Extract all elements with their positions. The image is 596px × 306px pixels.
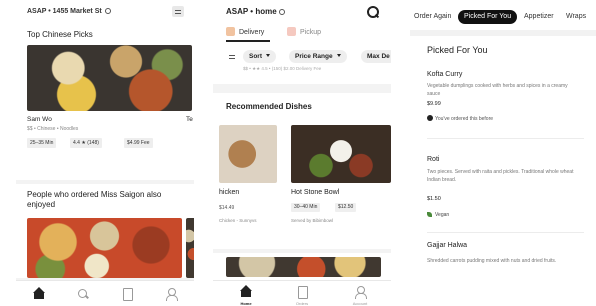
section-title-top-picks: Top Chinese Picks	[27, 30, 93, 39]
restaurant-subtitle: $$ • Chinese • Noodles	[27, 126, 79, 132]
screen-recommended-dishes: ASAP • home Delivery Pickup Sort Price R…	[213, 0, 391, 306]
pickup-toggle[interactable]: Pickup	[287, 27, 321, 36]
orders-icon[interactable]	[120, 287, 134, 301]
filter-icon[interactable]	[172, 6, 184, 17]
tab-picked-for-you[interactable]: Picked For You	[458, 10, 518, 24]
orders-icon[interactable]	[295, 285, 309, 299]
delivery-icon	[226, 27, 235, 36]
menu-item-desc: Shredded carrots pudding mixed with nuts…	[427, 258, 557, 264]
account-icon[interactable]	[353, 285, 367, 299]
chevron-down-icon	[278, 9, 285, 15]
bottom-tab-bar	[16, 280, 194, 306]
section-title-picked: Picked For You	[427, 45, 488, 55]
reorder-icon	[427, 115, 433, 121]
restaurant-photo-partial[interactable]	[186, 218, 194, 278]
sort-label: Sort	[249, 53, 262, 60]
dish-price: $14.49	[219, 205, 235, 211]
next-restaurant-name[interactable]: Te	[186, 116, 193, 123]
tab-wraps[interactable]: Wraps	[566, 10, 586, 24]
menu-item-name[interactable]: Kofta Curry	[427, 71, 462, 78]
recommended-dishes-card: Recommended Dishes hicken $14.49 Chicken…	[213, 93, 391, 249]
divider	[427, 232, 584, 233]
delivery-address[interactable]: ASAP • 1455 Market St	[27, 8, 111, 15]
faded-restaurant-meta: $$ • ★★ 4.5 • (150) $2.00 Delivery Fee	[243, 66, 322, 71]
restaurant-photo[interactable]	[27, 45, 192, 111]
search-icon[interactable]	[367, 6, 379, 18]
home-icon[interactable]	[239, 285, 253, 299]
dish-photo[interactable]	[291, 125, 391, 183]
menu-item-desc: Vegetable dumplings cooked with herbs an…	[427, 83, 568, 97]
restaurant-photo[interactable]	[27, 218, 182, 278]
chevron-down-icon	[104, 8, 111, 14]
menu-item-name[interactable]: Gajjar Halwa	[427, 242, 467, 249]
pickup-label: Pickup	[300, 29, 322, 36]
also-enjoyed-card: People who ordered Miss Saigon also enjo…	[16, 184, 194, 278]
tab-label-home[interactable]: Home	[234, 301, 258, 306]
delivery-label: Delivery	[239, 29, 265, 36]
menu-category-tabs: Order Again Picked For You Appetizer Wra…	[410, 10, 596, 24]
max-delivery-label: Max De	[367, 53, 390, 60]
leaf-icon	[427, 212, 432, 217]
dish-time-badge: 30–40 Min	[291, 203, 321, 212]
tab-label-account[interactable]: Account	[348, 301, 372, 306]
dish-name[interactable]: Hot Stone Bowl	[291, 189, 339, 196]
menu-item-name[interactable]: Roti	[427, 156, 439, 163]
delivery-time-badge: 25–35 Min	[27, 138, 57, 148]
filter-icon[interactable]	[226, 51, 238, 62]
search-icon[interactable]	[76, 287, 90, 301]
max-delivery-chip[interactable]: Max De	[361, 50, 391, 63]
section-title-recommended: Recommended Dishes	[226, 102, 312, 111]
account-icon[interactable]	[164, 287, 178, 301]
dish-source: Served by Bibimbowl	[291, 218, 334, 223]
star-icon: ★	[81, 140, 86, 146]
ordered-before-text: You've ordered this before	[435, 116, 494, 122]
tab-appetizer[interactable]: Appetizer	[524, 10, 554, 24]
delivery-address[interactable]: ASAP • home	[226, 7, 285, 16]
restaurant-name[interactable]: Sam Wo	[27, 116, 52, 123]
active-mode-indicator	[226, 40, 270, 42]
address-text: ASAP • 1455 Market St	[27, 8, 102, 15]
dish-name[interactable]: hicken	[219, 189, 239, 196]
header-card: ASAP • home Delivery Pickup Sort Price R…	[213, 0, 391, 84]
price-range-label: Price Range	[295, 53, 333, 60]
rating-count: (148)	[87, 140, 99, 146]
tab-order-again[interactable]: Order Again	[414, 10, 451, 24]
section-title-also-enjoyed: People who ordered Miss Saigon also enjo…	[27, 190, 162, 209]
delivery-toggle[interactable]: Delivery	[226, 27, 264, 36]
menu-item-price: $1.50	[427, 196, 441, 202]
price-range-chip[interactable]: Price Range	[289, 50, 347, 63]
address-text: ASAP • home	[226, 7, 277, 16]
tab-label-orders[interactable]: Orders	[290, 301, 314, 306]
sort-chip[interactable]: Sort	[243, 50, 276, 63]
chevron-down-icon	[266, 54, 270, 57]
menu-item-price: $9.99	[427, 101, 441, 107]
vegan-badge: Vegan	[427, 212, 449, 218]
pickup-icon	[287, 27, 296, 36]
vegan-text: Vegan	[435, 212, 450, 218]
dish-price-badge: $12.50	[335, 203, 357, 212]
home-icon[interactable]	[32, 287, 46, 301]
divider	[410, 30, 596, 36]
dish-photo[interactable]	[219, 125, 277, 183]
menu-item-desc: Two pieces. Served with raita and pickle…	[427, 169, 574, 183]
rating-value: 4.4	[73, 140, 80, 146]
rating-badge: 4.4 ★ (148)	[70, 138, 102, 148]
fee-badge: $4.99 Fee	[124, 138, 153, 148]
top-picks-card: ASAP • 1455 Market St Top Chinese Picks …	[16, 0, 194, 180]
ordered-before-note: You've ordered this before	[427, 115, 493, 122]
screen-restaurants-feed: ASAP • 1455 Market St Top Chinese Picks …	[16, 0, 194, 306]
divider	[427, 138, 584, 139]
screen-restaurant-menu: Order Again Picked For You Appetizer Wra…	[410, 0, 596, 306]
dish-source: Chicken - Sunnyvs	[219, 218, 257, 223]
bottom-tab-bar: Home Orders Account	[213, 280, 391, 306]
restaurant-photo[interactable]	[226, 257, 381, 277]
chevron-down-icon	[336, 54, 341, 57]
